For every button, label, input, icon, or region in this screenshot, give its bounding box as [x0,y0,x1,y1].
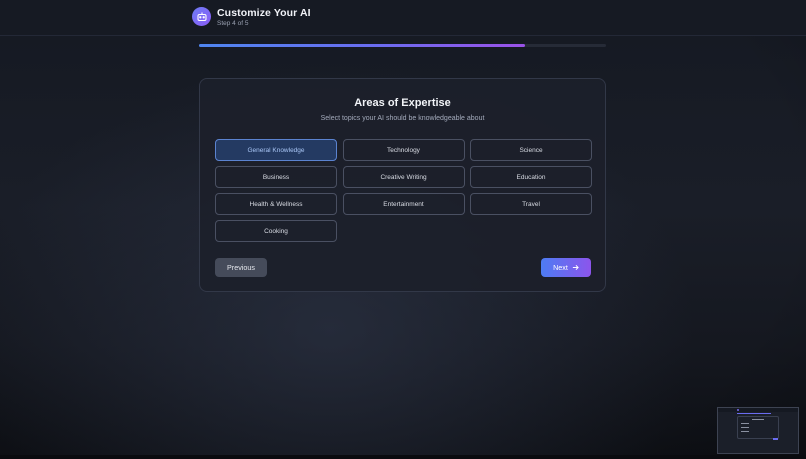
page-title: Customize Your AI [217,7,311,19]
minimap-line [741,423,749,424]
minimap-line [741,427,749,428]
topic-option[interactable]: Entertainment [342,193,465,215]
arrow-right-icon [572,264,579,271]
card-description: Select topics your AI should be knowledg… [320,115,485,122]
top-header: Customize Your AI Step 4 of 5 [0,0,806,36]
topic-option[interactable]: Business [215,166,337,188]
step-indicator: Step 4 of 5 [217,20,249,27]
topic-option[interactable]: Creative Writing [342,166,465,188]
next-button[interactable]: Next [541,258,591,277]
topic-grid: General Knowledge Technology Science Bus… [215,139,592,242]
minimap-progress [737,413,771,414]
minimap-header [718,408,798,412]
minimap-card [737,416,779,440]
progress-bar-fill [199,44,525,47]
minimap-icon [737,409,739,411]
topic-option[interactable]: Cooking [215,220,337,242]
topic-option[interactable]: Travel [470,193,592,215]
topic-option[interactable]: Health & Wellness [215,193,337,215]
topic-option[interactable]: Technology [342,139,465,161]
topic-option[interactable]: Education [470,166,592,188]
expertise-card: Areas of Expertise Select topics your AI… [199,78,606,292]
card-title: Areas of Expertise [354,97,451,109]
next-button-label: Next [553,263,568,272]
topic-option[interactable]: General Knowledge [215,139,337,161]
minimap-preview[interactable] [717,407,799,454]
robot-icon [192,7,211,26]
minimap-button [773,438,778,440]
minimap-line [752,419,764,420]
progress-bar [199,44,606,47]
previous-button[interactable]: Previous [215,258,267,277]
topic-option[interactable]: Science [470,139,592,161]
bottom-strip [0,455,806,459]
minimap-line [741,431,749,432]
